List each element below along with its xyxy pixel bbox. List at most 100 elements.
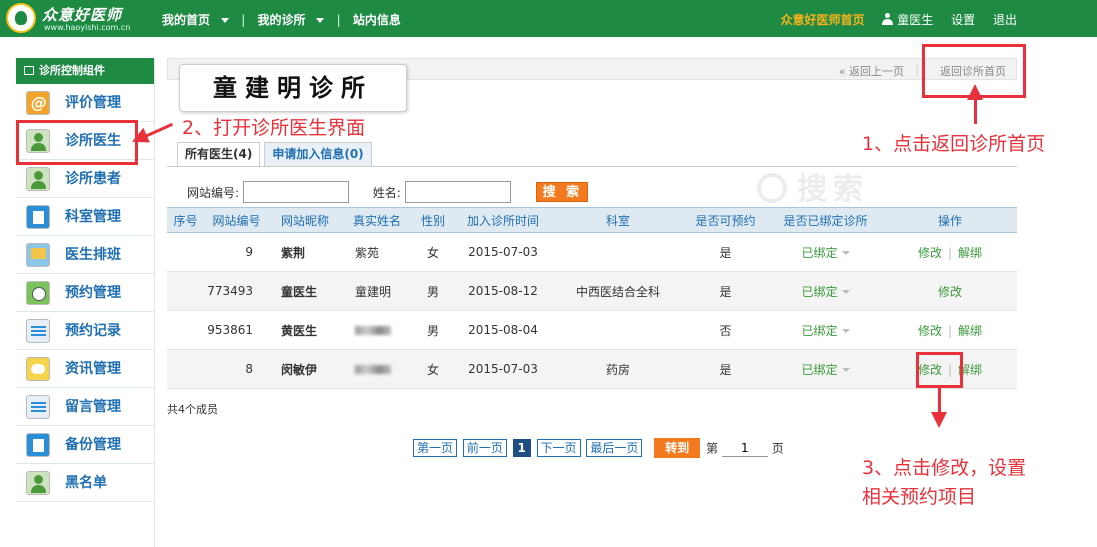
sidebar-item-reviews[interactable]: 评价管理: [16, 84, 154, 122]
bound-status: 已绑定: [801, 362, 838, 377]
column-header: 网站昵称: [269, 207, 341, 233]
bound-status: 已绑定: [801, 284, 838, 299]
row-bookable: 是: [719, 284, 732, 299]
row-index: [167, 272, 204, 311]
nav-separator: |: [336, 13, 341, 27]
row-department: 中西医结合全科: [575, 284, 660, 299]
tab-all-doctors[interactable]: 所有医生(4): [177, 142, 261, 166]
site-home-link[interactable]: 众意好医师首页: [780, 13, 864, 27]
settings-link[interactable]: 设置: [951, 13, 975, 27]
sidebar-item-schedule[interactable]: 医生排班: [16, 236, 154, 274]
sidebar-item-label: 预约记录: [65, 323, 121, 339]
column-header: 网站编号: [204, 207, 269, 233]
tab-join-requests[interactable]: 申请加入信息(0): [264, 142, 372, 166]
row-gender: 女: [426, 362, 439, 377]
sidebar-item-departments[interactable]: 科室管理: [16, 198, 154, 236]
name-input[interactable]: [404, 181, 511, 203]
row-bookable: 否: [719, 323, 732, 338]
annotation-step-3-line-2: 相关预约项目: [862, 486, 977, 508]
logo[interactable]: 众意好医师 www.haoyishi.com.cn: [6, 3, 166, 34]
logo-title: 众意好医师: [42, 6, 123, 24]
user-name-link[interactable]: 童医生: [897, 13, 933, 27]
top-bar: 众意好医师 www.haoyishi.com.cn 我的首页 | 我的诊所 | …: [0, 0, 1097, 37]
next-page-button[interactable]: 下一页: [536, 439, 581, 457]
column-header: 操作: [883, 207, 1017, 233]
name-label: 姓名:: [372, 185, 401, 200]
annotation-step-3-line-1: 3、点击修改，设置: [862, 457, 1027, 479]
bound-status: 已绑定: [801, 245, 838, 260]
column-header: 是否已绑定诊所: [768, 207, 883, 233]
nav-my-home[interactable]: 我的首页: [162, 13, 230, 27]
panel-icon: [24, 66, 34, 75]
logout-link[interactable]: 退出: [993, 13, 1017, 27]
logo-url: www.haoyishi.com.cn: [44, 23, 131, 32]
page-suffix: 页: [771, 441, 784, 456]
row-gender: 男: [426, 284, 439, 299]
sidebar-item-patients[interactable]: 诊所患者: [16, 160, 154, 198]
search-icon: [757, 173, 787, 203]
doctor-table: 序号 网站编号 网站昵称 真实姓名 性别 加入诊所时间 科室 是否可预约 是否已…: [167, 207, 1017, 389]
table-row: 953861 黄医生 男 2015-08-04 否 已绑定 修改 | 解绑: [167, 311, 1017, 350]
row-joined-date: 2015-08-12: [468, 284, 538, 298]
row-bookable: 是: [719, 362, 732, 377]
row-real-name: 紫苑: [355, 245, 380, 260]
row-department: [553, 233, 683, 272]
nav-my-home-label: 我的首页: [162, 13, 211, 27]
sidebar-item-news[interactable]: 资讯管理: [16, 350, 154, 388]
search-button[interactable]: 搜 索: [536, 182, 589, 202]
sidebar-item-appointments[interactable]: 预约管理: [16, 274, 154, 312]
chat-icon: [26, 357, 50, 381]
sidebar-item-backup[interactable]: 备份管理: [16, 426, 154, 464]
bound-status: 已绑定: [801, 323, 838, 338]
row-real-name: 童建明: [355, 284, 392, 299]
annotation-step-2: 2、打开诊所医生界面: [182, 117, 366, 139]
action-separator: |: [947, 245, 953, 260]
first-page-button[interactable]: 第一页: [413, 439, 458, 457]
row-bound-dropdown[interactable]: 已绑定: [768, 233, 883, 272]
page-number-input[interactable]: [721, 439, 768, 457]
unbind-link[interactable]: 解绑: [958, 324, 982, 338]
sidebar-item-label: 科室管理: [65, 209, 121, 225]
note-icon: [26, 319, 50, 343]
action-separator: |: [947, 323, 953, 338]
sidebar-item-label: 黑名单: [65, 475, 107, 491]
edit-link[interactable]: 修改: [918, 246, 942, 260]
row-nickname: 童医生: [281, 284, 318, 299]
sidebar-item-label: 医生排班: [65, 247, 121, 263]
main-nav: 我的首页 | 我的诊所 | 站内信息: [162, 11, 409, 28]
nav-messages[interactable]: 站内信息: [353, 13, 401, 27]
site-id-label: 网站编号:: [187, 185, 240, 200]
row-bound-dropdown[interactable]: 已绑定: [768, 311, 883, 350]
row-site-id: 9: [245, 245, 253, 259]
sidebar-item-messages[interactable]: 留言管理: [16, 388, 154, 426]
sidebar-item-blacklist[interactable]: 黑名单: [16, 464, 154, 502]
unbind-link[interactable]: 解绑: [958, 246, 982, 260]
row-nickname: 黄医生: [281, 323, 318, 338]
nav-my-clinic[interactable]: 我的诊所: [257, 13, 325, 27]
user-menu: 众意好医师首页 童医生 设置 退出: [766, 11, 1017, 28]
annotation-arrow-up: [967, 84, 983, 124]
row-department: [553, 311, 683, 350]
annotation-step-1: 1、点击返回诊所首页: [862, 133, 1046, 155]
prev-page-button[interactable]: 前一页: [462, 439, 507, 457]
current-page[interactable]: 1: [512, 439, 531, 457]
site-id-input[interactable]: [242, 181, 349, 203]
row-bound-dropdown[interactable]: 已绑定: [768, 350, 883, 389]
sidebar-item-appointment-records[interactable]: 预约记录: [16, 312, 154, 350]
sidebar-item-label: 预约管理: [65, 285, 121, 301]
back-link[interactable]: « 返回上一页: [839, 63, 904, 79]
edit-link[interactable]: 修改: [918, 324, 942, 338]
clinic-name-banner: 童建明诊所: [179, 64, 407, 112]
chevron-down-icon: [841, 251, 850, 255]
note-icon: [26, 395, 50, 419]
clipboard-icon: [26, 433, 50, 457]
row-nickname: 紫荆: [281, 245, 306, 260]
row-joined-date: 2015-07-03: [468, 245, 538, 259]
row-index: [167, 311, 204, 350]
last-page-button[interactable]: 最后一页: [586, 439, 643, 457]
row-bound-dropdown[interactable]: 已绑定: [768, 272, 883, 311]
goto-button[interactable]: 转到: [654, 438, 701, 458]
page-prefix: 第: [706, 441, 719, 456]
edit-link[interactable]: 修改: [938, 285, 962, 299]
row-gender: 男: [426, 323, 439, 338]
